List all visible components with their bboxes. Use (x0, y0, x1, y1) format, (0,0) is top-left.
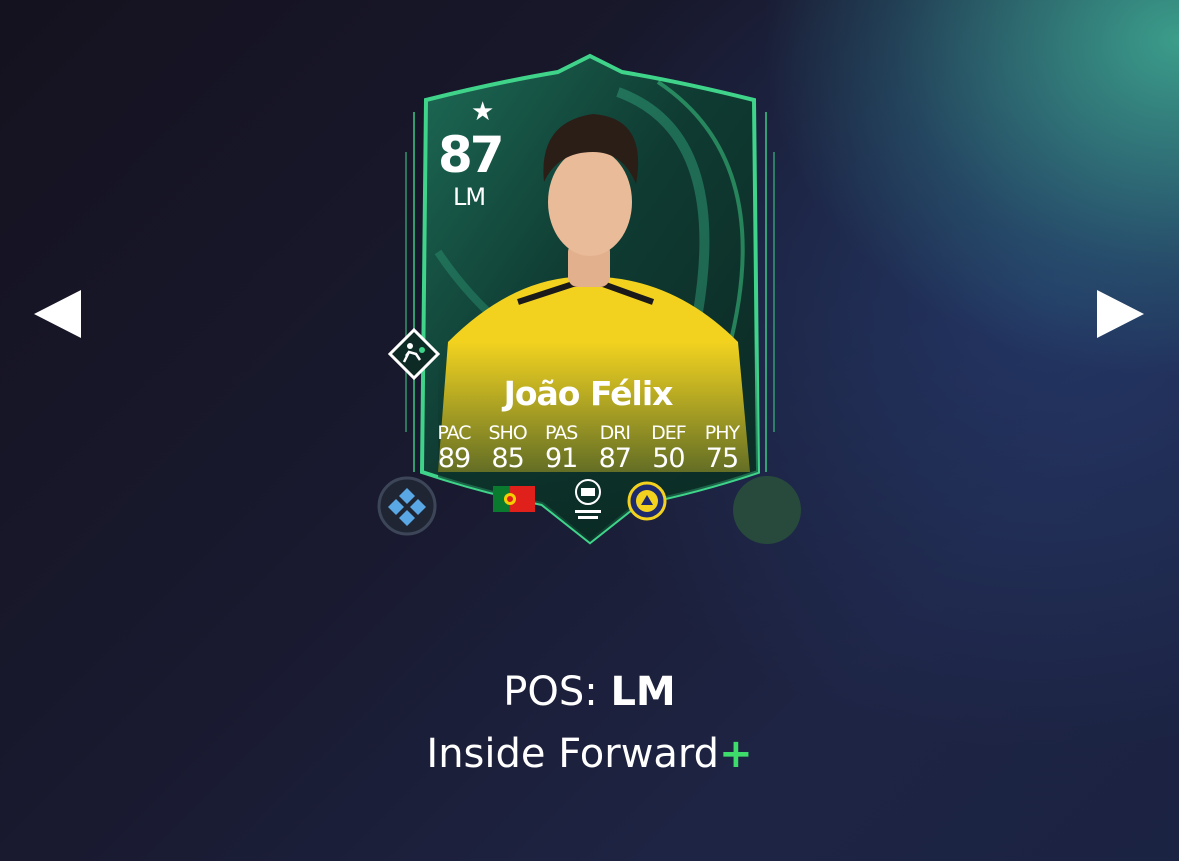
player-role-icon (388, 328, 440, 380)
stat-value: 89 (437, 443, 471, 474)
stats-row: PAC 89 SHO 85 PAS 91 DRI 87 DEF 50 PHY 7… (428, 422, 748, 474)
stat-label: SHO (488, 422, 527, 444)
stat-pas: PAS 91 (535, 422, 587, 474)
stat-label: DEF (651, 422, 687, 444)
portugal-flag-icon (493, 486, 535, 512)
stat-dri: DRI 87 (589, 422, 641, 474)
stat-value: 91 (545, 443, 578, 474)
stat-value: 75 (705, 443, 739, 474)
stat-label: PAC (437, 422, 471, 444)
role-plus: + (719, 731, 753, 777)
position-prefix: POS: (503, 669, 611, 715)
al-nassr-crest-icon (627, 481, 667, 521)
role-info: Inside Forward+ (0, 726, 1179, 782)
stat-label: PAS (545, 422, 578, 444)
position-value: LM (610, 669, 676, 715)
chemistry-badge-icon[interactable] (377, 476, 437, 536)
next-arrow-button[interactable] (1097, 290, 1144, 338)
previous-arrow-button[interactable] (34, 290, 81, 338)
stat-label: PHY (704, 422, 740, 444)
position-info: POS: LM (0, 664, 1179, 720)
player-name: João Félix (503, 374, 674, 413)
card-position: LM (452, 183, 486, 211)
stat-value: 50 (652, 443, 685, 474)
stat-value: 87 (598, 443, 632, 474)
stat-phy: PHY 75 (696, 422, 748, 474)
stat-sho: SHO 85 (482, 422, 534, 474)
stat-def: DEF 50 (642, 422, 694, 474)
role-name: Inside Forward (426, 731, 720, 777)
card-badges (493, 478, 673, 522)
roshn-saudi-league-icon (575, 479, 601, 519)
stat-label: DRI (599, 422, 631, 444)
stat-value: 85 (491, 443, 524, 474)
player-card[interactable]: ★ 87 LM João Félix PAC 89 SHO 85 PAS 91 … (377, 52, 801, 550)
chemistry-slot-badge[interactable] (733, 476, 801, 544)
overall-rating: 87 (438, 126, 505, 184)
stat-pac: PAC 89 (428, 422, 480, 474)
star-icon: ★ (471, 96, 495, 126)
